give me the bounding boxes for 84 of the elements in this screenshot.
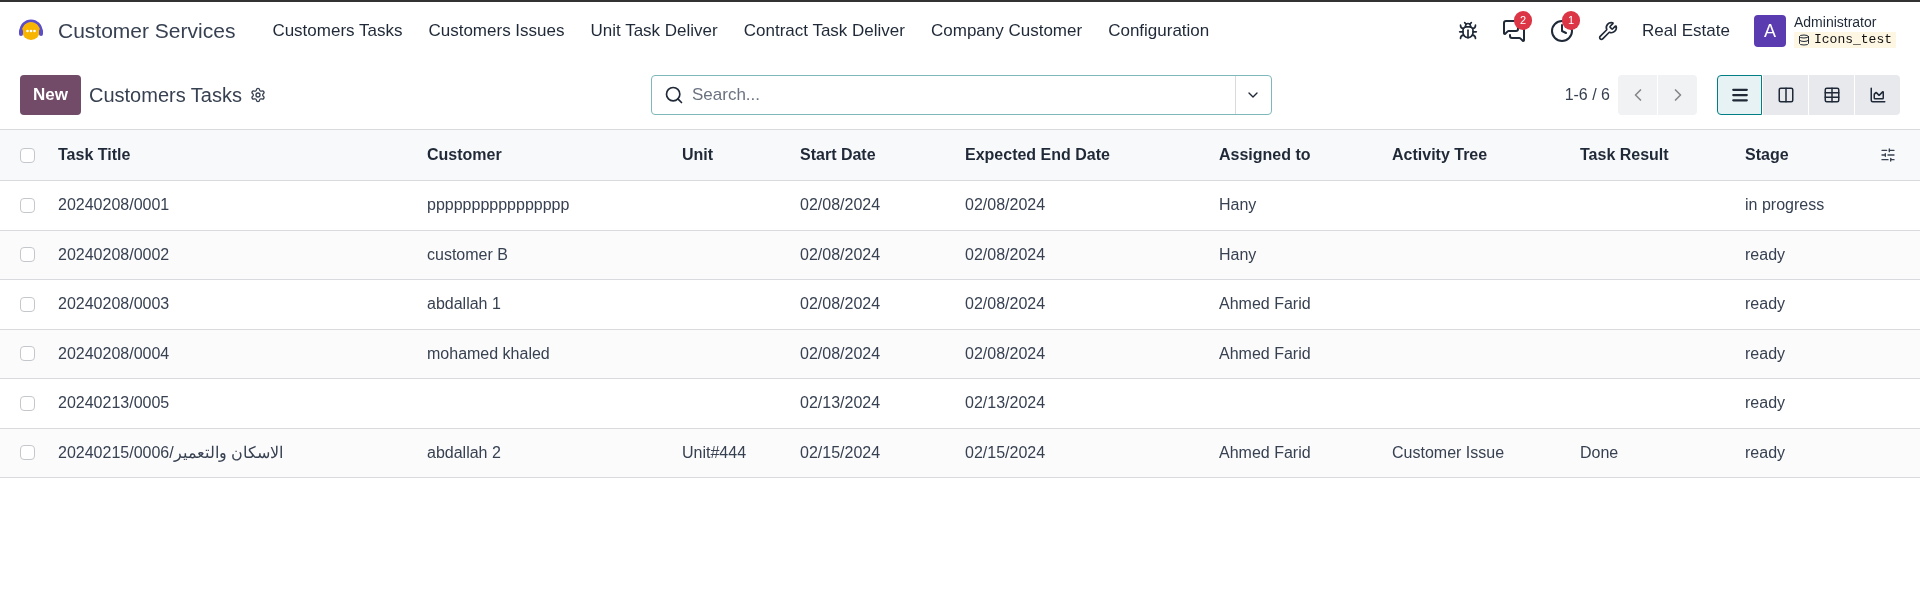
view-switch-button[interactable] — [1855, 74, 1900, 115]
column-header[interactable]: Start Date — [800, 143, 965, 167]
table-cell-text: الاسكان والتعمير/20240215/0006 — [58, 442, 284, 464]
select-all-checkbox[interactable] — [20, 147, 35, 163]
menu-item[interactable]: Company Customer — [918, 18, 1096, 44]
table-cell-text: Customer Issue — [1392, 442, 1505, 463]
table-cell-text: 20240213/0005 — [58, 393, 170, 414]
menu-item[interactable]: Customers Tasks — [259, 18, 416, 44]
column-header[interactable]: Expected End Date — [965, 143, 1219, 167]
table-cell-text: 02/08/2024 — [965, 195, 1046, 216]
table-cell-text: ready — [1745, 343, 1786, 364]
table-cell-text: 02/08/2024 — [965, 244, 1046, 265]
table-cell-text: 20240208/0001 — [58, 195, 170, 216]
view-switch-button[interactable] — [1763, 74, 1808, 115]
table-cell-text: ready — [1745, 393, 1786, 414]
table-cell-text: 02/08/2024 — [965, 343, 1046, 364]
menu-item[interactable]: Contract Task Deliver — [730, 18, 918, 44]
table-cell-text: 02/15/2024 — [965, 442, 1046, 463]
table-cell-text: abdallah 1 — [427, 294, 501, 315]
row-checkbox[interactable] — [20, 247, 35, 263]
table-cell-text: 02/08/2024 — [965, 294, 1046, 315]
column-header[interactable]: Unit — [682, 143, 800, 167]
column-header[interactable]: Stage — [1745, 143, 1880, 167]
table-cell-text: customer B — [427, 244, 508, 265]
page-title: Customers Tasks — [88, 82, 242, 108]
table-cell-text: 02/08/2024 — [800, 343, 881, 364]
table-cell-text: Hany — [1219, 244, 1257, 265]
bug-icon[interactable] — [1458, 21, 1479, 41]
table-cell-text: mohamed khaled — [427, 343, 550, 364]
settings-icon[interactable] — [250, 86, 266, 103]
search-bar[interactable]: Search... — [651, 74, 1272, 115]
table-cell-text: in progress — [1745, 195, 1825, 216]
table-cell-text: 02/08/2024 — [800, 195, 881, 216]
column-header[interactable]: Customer — [427, 143, 682, 167]
row-checkbox[interactable] — [20, 395, 35, 411]
menu-item[interactable]: Customers Issues — [415, 18, 578, 44]
company-name[interactable]: Real Estate — [1642, 18, 1730, 44]
column-header[interactable]: Task Title — [58, 143, 427, 167]
table-cell-text: 20240208/0004 — [58, 343, 170, 364]
table-cell-text: Ahmed Farid — [1219, 343, 1311, 364]
row-checkbox[interactable] — [20, 296, 35, 312]
table-view-icon — [1822, 85, 1841, 104]
database-icon — [1798, 33, 1810, 46]
new-button[interactable]: New — [20, 74, 81, 115]
column-header[interactable]: Activity Tree — [1392, 143, 1580, 167]
user-avatar[interactable]: A — [1754, 15, 1786, 47]
row-checkbox[interactable] — [20, 197, 35, 213]
table-cell-text: Hany — [1219, 195, 1257, 216]
database-name: Icons_test — [1814, 31, 1892, 48]
table-cell-text: ready — [1745, 294, 1786, 315]
message-count-badge: 2 — [1514, 11, 1533, 30]
table-cell-text: 02/15/2024 — [800, 442, 881, 463]
table-cell-text: 20240208/0003 — [58, 294, 170, 315]
row-checkbox[interactable] — [20, 346, 35, 362]
view-switch-button[interactable] — [1809, 74, 1854, 115]
table-cell-text: pppppppppppppppp — [427, 195, 570, 216]
area-chart-icon — [1868, 85, 1887, 104]
table-cell-text: ready — [1745, 442, 1786, 463]
table-cell-text: Ahmed Farid — [1219, 294, 1311, 315]
table-cell-text: ready — [1745, 244, 1786, 265]
tools-icon[interactable] — [1598, 21, 1619, 41]
column-settings-icon[interactable] — [1880, 147, 1896, 163]
table-cell-text: 02/08/2024 — [800, 244, 881, 265]
column-header[interactable]: Assigned to — [1219, 143, 1392, 167]
user-name: Administrator — [1794, 14, 1878, 32]
table-cell-text: 02/08/2024 — [800, 294, 881, 315]
table-cell-text: abdallah 2 — [427, 442, 501, 463]
activity-count-badge: 1 — [1562, 11, 1581, 30]
row-checkbox[interactable] — [20, 445, 35, 461]
search-icon — [664, 84, 684, 105]
kanban-view-icon — [1776, 85, 1795, 104]
search-field[interactable]: Search... — [692, 81, 1235, 108]
table-cell-text: Ahmed Farid — [1219, 442, 1311, 463]
menu-item[interactable]: Configuration — [1095, 18, 1223, 44]
menu-item[interactable]: Unit Task Deliver — [577, 18, 731, 44]
pager-value: 1-6 / 6 — [1564, 84, 1610, 105]
table-cell-text: Done — [1580, 442, 1619, 463]
table-cell-text: 02/13/2024 — [965, 393, 1046, 414]
view-switch-button[interactable] — [1717, 74, 1762, 115]
app-name[interactable]: Customer Services — [58, 15, 236, 47]
table-cell-text: Unit#444 — [682, 442, 747, 463]
column-header[interactable]: Task Result — [1580, 143, 1745, 167]
table-cell-text: 02/13/2024 — [800, 393, 881, 414]
table-cell-text: 20240208/0002 — [58, 244, 170, 265]
